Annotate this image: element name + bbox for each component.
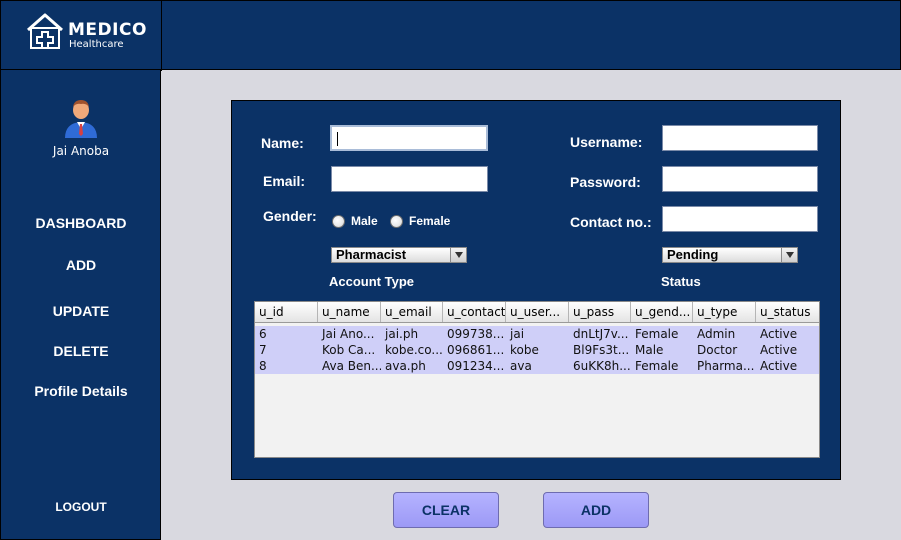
brand-subtitle: Healthcare [69, 39, 124, 50]
status-dropdown[interactable]: Pending [662, 247, 798, 263]
top-header: MEDICO Healthcare [0, 0, 901, 71]
gender-radio-male[interactable]: Male [332, 214, 378, 228]
nav-dashboard[interactable]: DASHBOARD [1, 215, 161, 231]
add-button[interactable]: ADD [543, 492, 649, 528]
username-label: Username: [570, 134, 643, 150]
column-header[interactable]: u_gend... [631, 302, 693, 322]
name-field[interactable] [330, 125, 488, 151]
brand-logo: MEDICO Healthcare [1, 1, 162, 71]
column-header[interactable]: u_status [756, 302, 819, 322]
table-header: u_id u_name u_email u_contact u_user... … [255, 302, 819, 323]
radio-button-icon [390, 214, 403, 228]
column-header[interactable]: u_contact [443, 302, 506, 322]
nav-add[interactable]: ADD [1, 257, 161, 273]
column-header[interactable]: u_email [381, 302, 443, 322]
nav-update[interactable]: UPDATE [1, 303, 161, 319]
clear-button[interactable]: CLEAR [393, 492, 499, 528]
sidebar: Jai Anoba DASHBOARD ADD UPDATE DELETE Pr… [0, 70, 161, 540]
column-header[interactable]: u_pass [569, 302, 631, 322]
user-avatar-icon [65, 100, 97, 138]
logout-button[interactable]: LOGOUT [1, 500, 161, 514]
add-user-form-panel: Name: Email: Gender: Male Female Usernam… [231, 100, 841, 480]
column-header[interactable]: u_type [693, 302, 756, 322]
nav-profile-details[interactable]: Profile Details [1, 383, 161, 399]
chevron-down-icon [781, 248, 797, 262]
account-type-dropdown[interactable]: Pharmacist [331, 247, 467, 263]
email-label: Email: [263, 173, 306, 189]
gender-label: Gender: [263, 208, 317, 224]
table-row[interactable]: 6 Jai Ano... jai.ph 099738... jai dnLtJ7… [255, 326, 819, 342]
contact-field[interactable] [662, 206, 818, 232]
account-type-caption: Account Type [329, 274, 414, 289]
nav-delete[interactable]: DELETE [1, 343, 161, 359]
contact-label: Contact no.: [570, 214, 652, 230]
column-header[interactable]: u_user... [506, 302, 569, 322]
username-field[interactable] [662, 125, 818, 151]
table-row[interactable]: 7 Kob Ca... kobe.co... 096861... kobe Bl… [255, 342, 819, 358]
column-header[interactable]: u_id [255, 302, 318, 322]
password-label: Password: [570, 174, 641, 190]
chevron-down-icon [450, 248, 466, 262]
user-name: Jai Anoba [52, 144, 110, 158]
medical-house-icon [27, 13, 63, 49]
table-row[interactable]: 8 Ava Ben... ava.ph 091234... ava 6uKK8h… [255, 358, 819, 374]
status-caption: Status [661, 274, 701, 289]
email-field[interactable] [331, 166, 488, 192]
name-label: Name: [261, 135, 304, 151]
text-caret [337, 132, 338, 146]
brand-title: MEDICO [68, 20, 147, 40]
password-field[interactable] [662, 166, 818, 192]
radio-button-icon [332, 214, 345, 228]
users-table[interactable]: u_id u_name u_email u_contact u_user... … [254, 301, 820, 458]
gender-radio-female[interactable]: Female [390, 214, 450, 228]
column-header[interactable]: u_name [318, 302, 381, 322]
